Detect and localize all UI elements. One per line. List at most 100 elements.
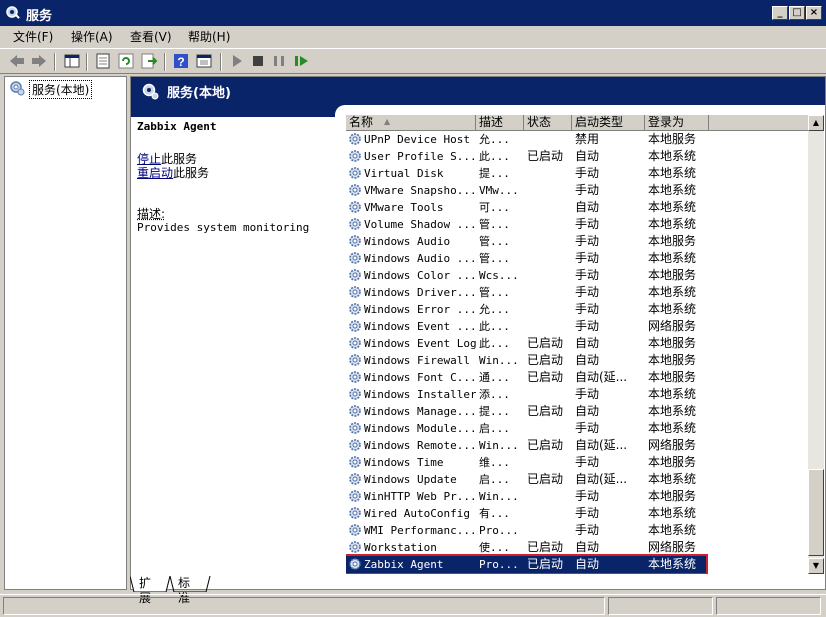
close-button[interactable]: ×: [806, 6, 822, 20]
service-logon-as: 本地系统: [648, 200, 697, 214]
service-status: 已启动: [527, 353, 564, 367]
tab-standard[interactable]: 标准: [178, 576, 190, 605]
minimize-button[interactable]: _: [772, 6, 788, 20]
menu-action[interactable]: 操作(A): [71, 28, 113, 45]
start-service-icon[interactable]: [228, 52, 246, 70]
table-row-selected[interactable]: Zabbix Agent Pro... 已启动 自动 本地系统: [346, 554, 708, 574]
table-row[interactable]: Windows Driver... 管... 手动 本地系统: [346, 284, 706, 301]
service-logon-as: 网络服务: [648, 319, 697, 333]
scroll-down-button[interactable]: ▼: [808, 558, 824, 574]
column-header-description[interactable]: 描述: [476, 115, 524, 130]
sort-ascending-icon: ▲: [384, 117, 391, 126]
toolbar-separator: [86, 53, 88, 71]
service-gear-icon: [349, 167, 361, 179]
service-description: 启...: [479, 473, 510, 486]
service-name: Wired AutoConfig: [364, 507, 470, 520]
service-gear-icon: [349, 218, 361, 230]
maximize-button[interactable]: □: [789, 6, 805, 20]
service-status: [527, 489, 572, 505]
service-gear-icon: [349, 541, 361, 553]
column-header-status[interactable]: 状态: [524, 115, 572, 130]
refresh-icon[interactable]: [117, 52, 135, 70]
export-list-icon[interactable]: [140, 52, 158, 70]
show-hide-tree-icon[interactable]: [63, 52, 81, 70]
service-logon-as: 本地服务: [648, 455, 697, 469]
table-row[interactable]: WinHTTP Web Pr... Win... 手动 本地服务: [346, 488, 706, 505]
table-row[interactable]: UPnP Device Host 允... 禁用 本地服务: [346, 131, 706, 148]
table-row[interactable]: Windows Manage... 提... 已启动 自动 本地系统: [346, 403, 706, 420]
table-row[interactable]: Virtual Disk 提... 手动 本地系统: [346, 165, 706, 182]
table-row[interactable]: Windows Installer 添... 手动 本地系统: [346, 386, 706, 403]
stop-service-icon[interactable]: [249, 52, 267, 70]
service-status: [527, 234, 572, 250]
back-icon[interactable]: [8, 52, 26, 70]
service-name: Virtual Disk: [364, 167, 444, 180]
service-description: 维...: [479, 456, 510, 469]
column-header-name[interactable]: 名称 ▲: [346, 115, 476, 130]
table-row[interactable]: Windows Time 维... 手动 本地服务: [346, 454, 706, 471]
service-startup-type: 自动: [575, 336, 600, 350]
service-name: VMware Snapsho...: [364, 184, 476, 197]
tab-extended[interactable]: 扩展: [139, 576, 151, 605]
restart-service-icon[interactable]: [292, 52, 310, 70]
table-row[interactable]: Windows Firewall Win... 已启动 自动 本地服务: [346, 352, 706, 369]
service-description: 可...: [479, 201, 510, 214]
scroll-up-button[interactable]: ▲: [808, 115, 824, 131]
column-header-startup-type[interactable]: 启动类型: [572, 115, 645, 130]
service-startup-type: 自动: [575, 353, 600, 367]
service-status: 已启动: [527, 370, 564, 384]
menu-file[interactable]: 文件(F): [13, 28, 53, 45]
pause-service-icon[interactable]: [270, 52, 288, 70]
service-startup-type: 手动: [575, 523, 600, 537]
table-row[interactable]: Windows Module... 启... 手动 本地系统: [346, 420, 706, 437]
service-gear-icon: [349, 371, 361, 383]
service-name: Workstation: [364, 541, 437, 554]
restart-link-text[interactable]: 重启动: [137, 166, 173, 180]
service-status: [527, 319, 572, 335]
service-name: Windows Module...: [364, 422, 476, 435]
service-startup-type: 手动: [575, 166, 600, 180]
table-row[interactable]: Windows Update 启... 已启动 自动(延... 本地系统: [346, 471, 706, 488]
table-row[interactable]: Workstation 使... 已启动 自动 网络服务: [346, 539, 706, 556]
vertical-scrollbar[interactable]: ▲ ▼: [808, 115, 824, 574]
service-name: Zabbix Agent: [364, 558, 444, 571]
table-row[interactable]: Windows Event ... 此... 手动 网络服务: [346, 318, 706, 335]
table-row[interactable]: Windows Audio 管... 手动 本地服务: [346, 233, 706, 250]
table-row[interactable]: Windows Remote... Win... 已启动 自动(延... 网络服务: [346, 437, 706, 454]
table-row[interactable]: Windows Audio ... 管... 手动 本地系统: [346, 250, 706, 267]
table-row[interactable]: VMware Snapsho... VMw... 手动 本地系统: [346, 182, 706, 199]
service-name: Windows Firewall: [364, 354, 470, 367]
table-row[interactable]: WMI Performanc... Pro... 手动 本地系统: [346, 522, 706, 539]
service-logon-as: 本地系统: [648, 285, 697, 299]
service-gear-icon: [349, 320, 361, 332]
services-list: 名称 ▲ 描述 状态 启动类型 登录为 UPnP Device Host 允... 禁…: [346, 115, 824, 574]
column-header-logon-as[interactable]: 登录为: [645, 115, 709, 130]
table-row[interactable]: Windows Error ... 允... 手动 本地系统: [346, 301, 706, 318]
menu-view[interactable]: 查看(V): [130, 28, 172, 45]
table-row[interactable]: Windows Event Log 此... 已启动 自动 本地服务: [346, 335, 706, 352]
help-icon[interactable]: ?: [172, 52, 190, 70]
properties-icon[interactable]: [94, 52, 112, 70]
table-row[interactable]: VMware Tools 可... 自动 本地系统: [346, 199, 706, 216]
table-row[interactable]: User Profile S... 此... 已启动 自动 本地系统: [346, 148, 706, 165]
service-description: Win...: [479, 439, 519, 452]
table-row[interactable]: Windows Font C... 通... 已启动 自动(延... 本地服务: [346, 369, 706, 386]
restart-link-suffix: 此服务: [173, 166, 210, 180]
status-bar: [0, 594, 826, 617]
table-row[interactable]: Windows Color ... Wcs... 手动 本地服务: [346, 267, 706, 284]
toolbar-separator: [54, 53, 56, 71]
console-view-icon[interactable]: [195, 52, 213, 70]
table-row[interactable]: Volume Shadow ... 管... 手动 本地系统: [346, 216, 706, 233]
forward-icon[interactable]: [30, 52, 48, 70]
service-name: Windows Update: [364, 473, 457, 486]
menu-help[interactable]: 帮助(H): [188, 28, 230, 45]
restart-service-link[interactable]: 重启动此服务: [137, 164, 209, 181]
title-bar: 服务 _ □ ×: [0, 0, 826, 26]
scroll-thumb[interactable]: [808, 469, 824, 556]
service-gear-icon: [349, 473, 361, 485]
service-startup-type: 禁用: [575, 132, 600, 146]
service-description: Wcs...: [479, 269, 519, 282]
table-row[interactable]: Wired AutoConfig 有... 手动 本地系统: [346, 505, 706, 522]
selected-service-name: Zabbix Agent: [137, 120, 217, 133]
tree-item-label: 服务(本地): [29, 80, 93, 99]
